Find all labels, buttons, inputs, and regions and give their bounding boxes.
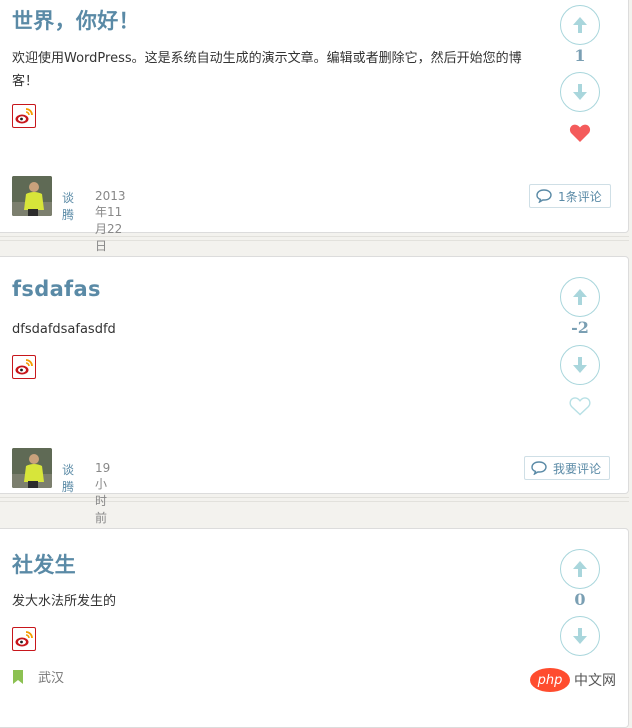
- location-row: 武汉: [12, 667, 64, 686]
- bookmark-location-icon: [13, 669, 23, 684]
- author-name[interactable]: 谈腾: [62, 189, 74, 223]
- arrow-up-icon: [573, 561, 587, 577]
- post-title[interactable]: 社发生: [12, 549, 76, 579]
- arrow-down-icon: [573, 84, 587, 100]
- comment-button[interactable]: 我要评论: [524, 456, 611, 480]
- avatar[interactable]: [12, 448, 52, 488]
- comment-button[interactable]: 1条评论: [529, 184, 611, 208]
- like-heart-icon[interactable]: [569, 396, 591, 420]
- location-label[interactable]: 武汉: [38, 667, 64, 686]
- avatar[interactable]: [12, 176, 52, 216]
- watermark: php 中文网: [526, 666, 628, 694]
- post-title[interactable]: fsdafas: [12, 277, 101, 301]
- post-card-3: [0, 528, 629, 728]
- vote-score: 1: [574, 46, 586, 65]
- comment-label: 1条评论: [558, 189, 602, 204]
- vote-up-button[interactable]: [560, 549, 600, 589]
- weibo-share-icon[interactable]: [12, 627, 36, 651]
- watermark-text: 中文网: [574, 673, 616, 689]
- arrow-up-icon: [573, 289, 587, 305]
- post-date: 2013年11月22日: [95, 189, 126, 253]
- post-excerpt: dfsdafdsafasdfd: [12, 322, 116, 337]
- weibo-share-icon[interactable]: [12, 104, 36, 128]
- weibo-share-icon[interactable]: [12, 355, 36, 379]
- watermark-logo: php: [530, 668, 570, 692]
- post-title[interactable]: 世界，你好！: [12, 5, 140, 35]
- post-excerpt: 欢迎使用WordPress。这是系统自动生成的演示文章。编辑或者删除它，然后开始…: [12, 51, 522, 89]
- vote-down-button[interactable]: [560, 72, 600, 112]
- vote-down-button[interactable]: [560, 345, 600, 385]
- author-name[interactable]: 谈腾: [62, 461, 74, 495]
- comment-label: 我要评论: [553, 461, 602, 476]
- post-date: 19小时前: [95, 461, 111, 525]
- comment-icon: [536, 189, 552, 203]
- like-heart-icon[interactable]: [569, 123, 591, 147]
- arrow-down-icon: [573, 628, 587, 644]
- arrow-up-icon: [573, 17, 587, 33]
- arrow-down-icon: [573, 357, 587, 373]
- comment-icon: [531, 461, 547, 475]
- post-excerpt: 发大水法所发生的: [12, 594, 117, 609]
- vote-up-button[interactable]: [560, 5, 600, 45]
- vote-up-button[interactable]: [560, 277, 600, 317]
- vote-down-button[interactable]: [560, 616, 600, 656]
- vote-score: 0: [574, 590, 586, 609]
- vote-score: -2: [571, 318, 589, 337]
